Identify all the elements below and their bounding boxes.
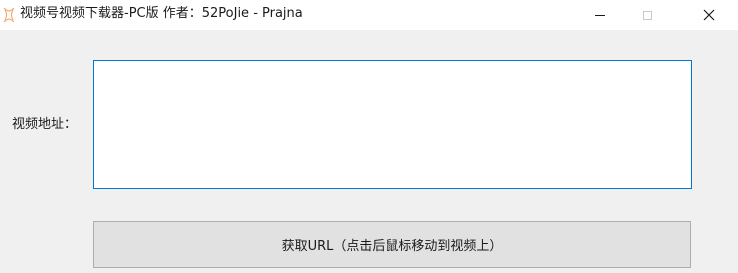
video-url-input[interactable] (93, 60, 692, 189)
minimize-button[interactable] (577, 0, 623, 30)
maximize-button[interactable] (624, 0, 670, 30)
window-title: 视频号视频下载器-PC版 作者：52PoJie - Prajna (20, 6, 303, 21)
close-icon (703, 6, 715, 25)
video-url-label: 视频地址： (12, 117, 78, 132)
fetch-url-button[interactable]: 获取URL（点击后鼠标移动到视频上） (93, 221, 691, 268)
maximize-icon (642, 10, 652, 20)
close-button[interactable] (686, 0, 732, 30)
app-window: 视频号视频下载器-PC版 作者：52PoJie - Prajna 视频地址： 获… (0, 0, 738, 273)
title-bar[interactable]: 视频号视频下载器-PC版 作者：52PoJie - Prajna (0, 0, 738, 30)
app-logo-icon (2, 7, 16, 23)
minimize-icon (595, 14, 605, 16)
